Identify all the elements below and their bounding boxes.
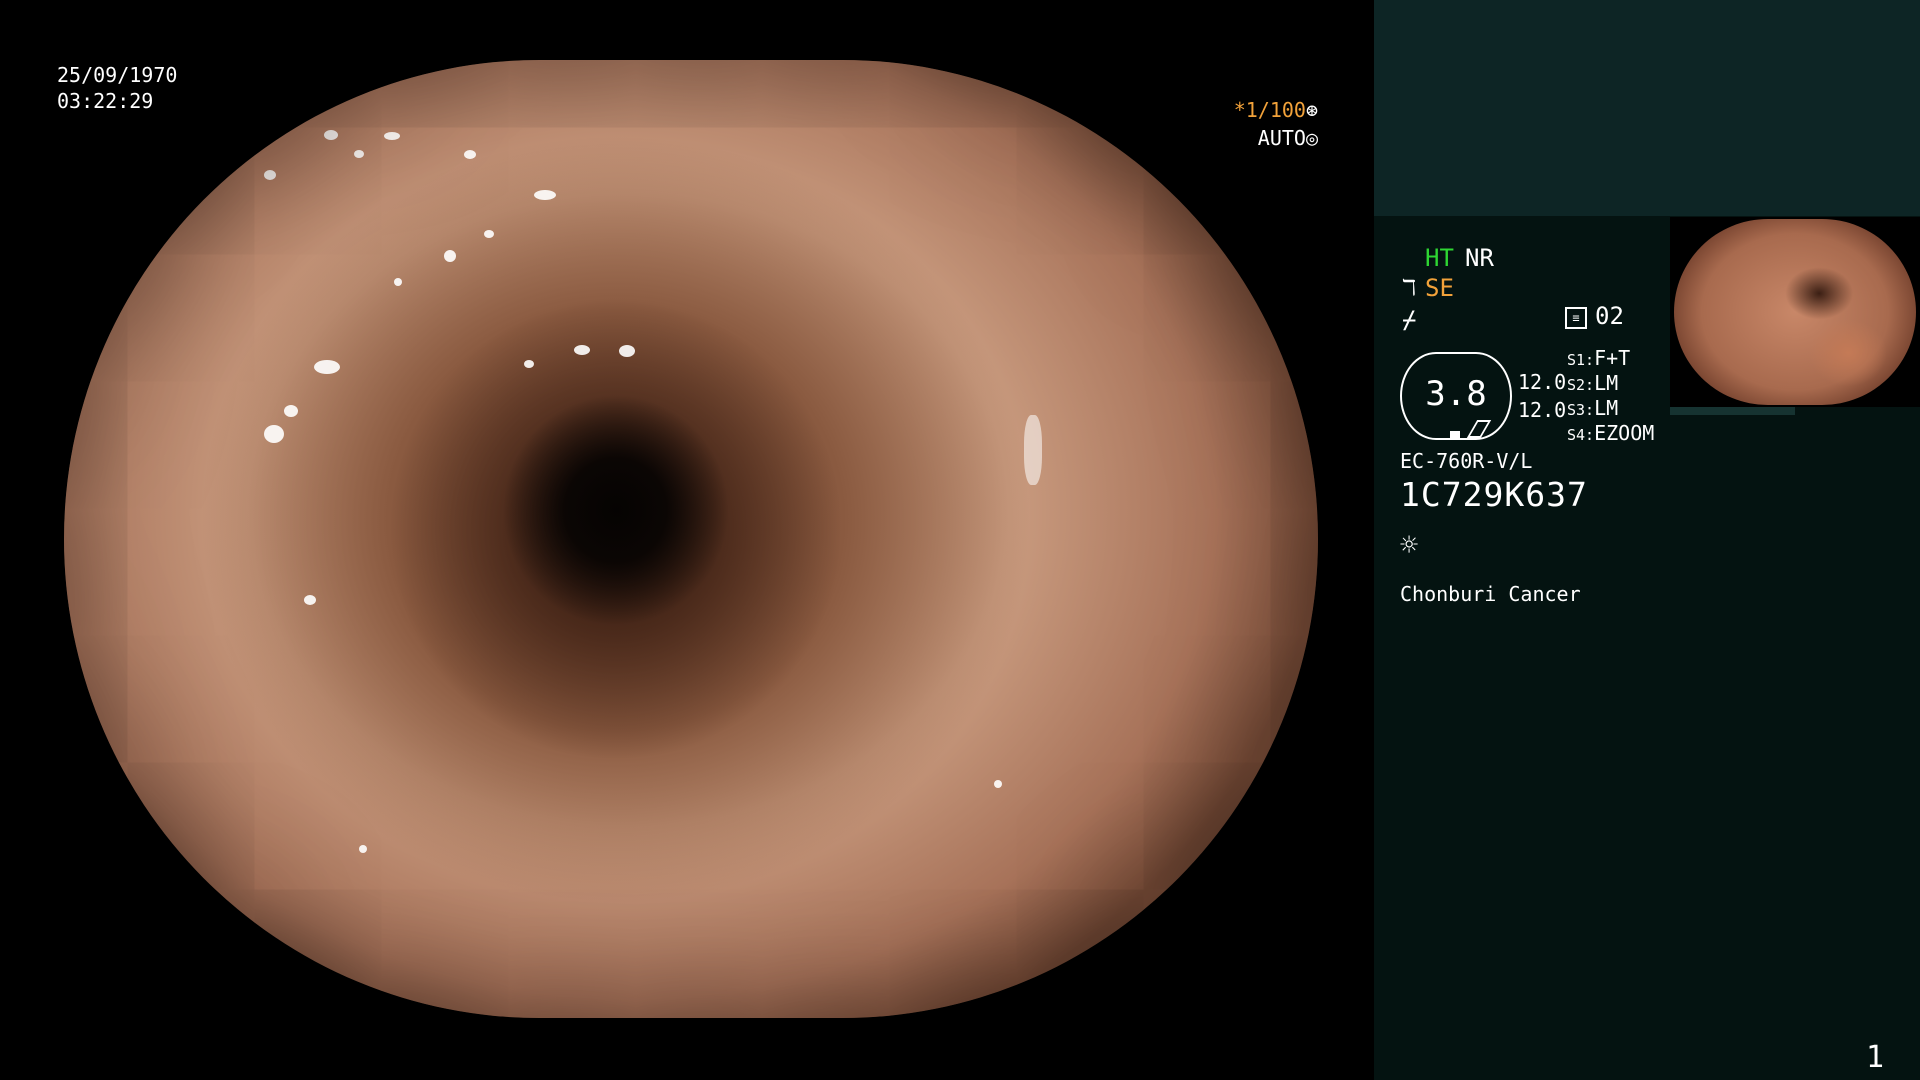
setting-s4: S4:EZOOM (1567, 421, 1654, 445)
setting-s2: S2:LM (1567, 371, 1618, 395)
auto-label: AUTO (1257, 126, 1306, 150)
nr-indicator: NR (1465, 244, 1494, 272)
auto-exposure: AUTO◎ (1228, 126, 1318, 150)
page-number: 1 (1866, 1040, 1885, 1075)
exam-time: 03:22:29 (57, 89, 154, 113)
setting-s1: S1:F+T (1567, 346, 1630, 370)
structure-enhance-icon: ℸ (1402, 276, 1417, 301)
light-icon: ☼ (1400, 528, 1419, 563)
shutter-speed: *1/100⊛ (1228, 98, 1318, 122)
setting-value: F+T (1594, 346, 1631, 370)
thumbnail-image (1674, 219, 1916, 405)
setting-key: S2: (1567, 376, 1595, 394)
hospital-name: Chonburi Cancer (1400, 582, 1581, 606)
gauge-value: 3.8 (1425, 374, 1487, 414)
setting-s3: S3:LM (1567, 396, 1618, 420)
shutter-speed-value: *1/100 (1233, 98, 1306, 122)
endoscopic-image (64, 60, 1318, 1018)
se-indicator: SE (1425, 274, 1454, 302)
mode-icon: ≡ (1565, 307, 1587, 329)
scope-serial: 1C729K637 (1400, 475, 1588, 514)
setting-value: EZOOM (1594, 421, 1655, 445)
iris-icon: ◎ (1305, 126, 1318, 150)
gauge-bar-icon (1450, 431, 1460, 438)
setting-value: LM (1594, 371, 1619, 395)
exam-date: 25/09/1970 (57, 63, 178, 87)
level-value-2: 12.0 (1518, 398, 1567, 422)
endoscope-viewport: 25/09/1970 03:22:29 *1/100⊛ AUTO◎ (0, 0, 1374, 1080)
mode-value: 02 (1595, 302, 1624, 330)
ht-indicator: HT (1425, 244, 1454, 272)
scope-model: EC-760R-V/L (1400, 449, 1533, 473)
filter-icon: ⌿ (1402, 306, 1417, 334)
capture-thumbnail[interactable] (1670, 217, 1920, 407)
shutter-icon: ⊛ (1305, 98, 1318, 122)
level-value-1: 12.0 (1518, 370, 1567, 394)
setting-key: S4: (1567, 426, 1595, 444)
setting-value: LM (1594, 396, 1619, 420)
setting-key: S1: (1567, 351, 1595, 369)
thumbnail-caption-bar (1670, 407, 1795, 415)
info-panel-header (1374, 0, 1920, 216)
setting-key: S3: (1567, 401, 1595, 419)
